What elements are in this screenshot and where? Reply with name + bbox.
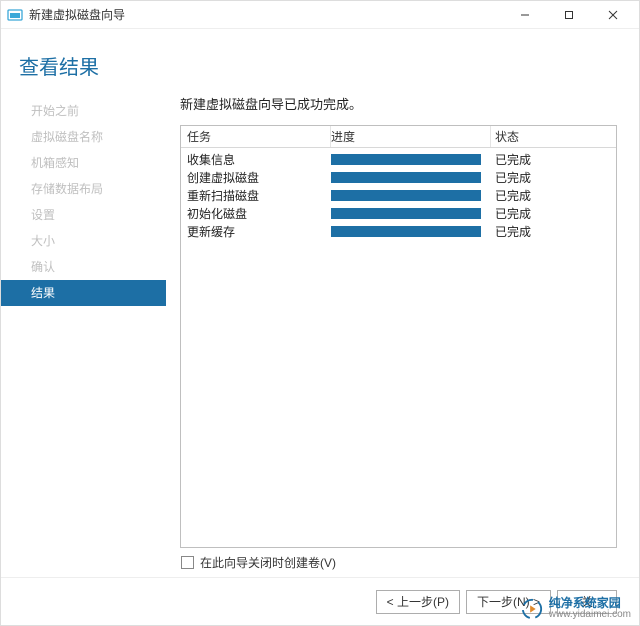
page-heading: 查看结果 (19, 51, 639, 80)
task-name: 收集信息 (181, 151, 331, 168)
progress-bar-icon (331, 154, 481, 165)
result-row[interactable]: 创建虚拟磁盘 已完成 (181, 168, 616, 186)
watermark-title: 纯净系统家园 (549, 597, 631, 609)
task-status: 已完成 (491, 187, 616, 204)
close-window-button[interactable] (591, 2, 635, 28)
minimize-button[interactable] (503, 2, 547, 28)
create-volume-row: 在此向导关闭时创建卷(V) (1, 548, 639, 571)
progress-bar-icon (331, 172, 481, 183)
create-volume-checkbox[interactable] (181, 556, 194, 569)
sidebar-item-before-begin[interactable]: 开始之前 (1, 98, 166, 124)
task-progress (331, 208, 491, 219)
window-controls (503, 2, 635, 28)
results-box: 任务 进度 状态 收集信息 已完成 创建虚拟磁盘 已完成 (180, 125, 617, 548)
previous-button[interactable]: < 上一步(P) (376, 590, 460, 614)
result-row[interactable]: 收集信息 已完成 (181, 150, 616, 168)
watermark-url: www.yidaimei.com (549, 609, 631, 621)
wizard-window: 新建虚拟磁盘向导 查看结果 开始之前 虚拟磁盘名称 机箱感知 存储数据布局 设置… (0, 0, 640, 626)
watermark-text: 纯净系统家园 www.yidaimei.com (549, 597, 631, 621)
watermark-logo-icon (521, 598, 543, 620)
sidebar-item-enclosure[interactable]: 机箱感知 (1, 150, 166, 176)
task-name: 更新缓存 (181, 223, 331, 240)
titlebar: 新建虚拟磁盘向导 (1, 1, 639, 29)
sidebar-item-settings[interactable]: 设置 (1, 202, 166, 228)
result-row[interactable]: 重新扫描磁盘 已完成 (181, 186, 616, 204)
column-header-task[interactable]: 任务 (181, 126, 331, 147)
progress-bar-icon (331, 208, 481, 219)
sidebar: 开始之前 虚拟磁盘名称 机箱感知 存储数据布局 设置 大小 确认 结果 (1, 94, 166, 548)
progress-bar-icon (331, 190, 481, 201)
maximize-icon (564, 10, 574, 20)
create-volume-label: 在此向导关闭时创建卷(V) (200, 554, 336, 571)
success-message: 新建虚拟磁盘向导已成功完成。 (180, 94, 617, 113)
task-progress (331, 154, 491, 165)
window-title: 新建虚拟磁盘向导 (29, 6, 503, 23)
minimize-icon (520, 10, 530, 20)
task-status: 已完成 (491, 151, 616, 168)
result-row[interactable]: 更新缓存 已完成 (181, 222, 616, 240)
main-panel: 新建虚拟磁盘向导已成功完成。 任务 进度 状态 收集信息 已完成 创建虚拟磁盘 (166, 94, 639, 548)
task-progress (331, 226, 491, 237)
progress-bar-icon (331, 226, 481, 237)
body-area: 开始之前 虚拟磁盘名称 机箱感知 存储数据布局 设置 大小 确认 结果 新建虚拟… (1, 88, 639, 548)
column-header-progress[interactable]: 进度 (331, 126, 491, 147)
task-progress (331, 172, 491, 183)
task-status: 已完成 (491, 169, 616, 186)
result-row[interactable]: 初始化磁盘 已完成 (181, 204, 616, 222)
column-header-status[interactable]: 状态 (491, 126, 616, 147)
close-icon (608, 10, 618, 20)
app-icon (7, 8, 23, 22)
header-area: 查看结果 (1, 29, 639, 88)
results-rows: 收集信息 已完成 创建虚拟磁盘 已完成 重新扫描磁盘 已完成 (181, 148, 616, 242)
sidebar-item-disk-name[interactable]: 虚拟磁盘名称 (1, 124, 166, 150)
sidebar-item-layout[interactable]: 存储数据布局 (1, 176, 166, 202)
maximize-button[interactable] (547, 2, 591, 28)
sidebar-item-confirm[interactable]: 确认 (1, 254, 166, 280)
sidebar-item-size[interactable]: 大小 (1, 228, 166, 254)
task-name: 创建虚拟磁盘 (181, 169, 331, 186)
task-name: 重新扫描磁盘 (181, 187, 331, 204)
task-progress (331, 190, 491, 201)
results-header: 任务 进度 状态 (181, 126, 616, 148)
watermark: 纯净系统家园 www.yidaimei.com (521, 597, 631, 621)
sidebar-item-results[interactable]: 结果 (1, 280, 166, 306)
task-status: 已完成 (491, 205, 616, 222)
task-name: 初始化磁盘 (181, 205, 331, 222)
task-status: 已完成 (491, 223, 616, 240)
